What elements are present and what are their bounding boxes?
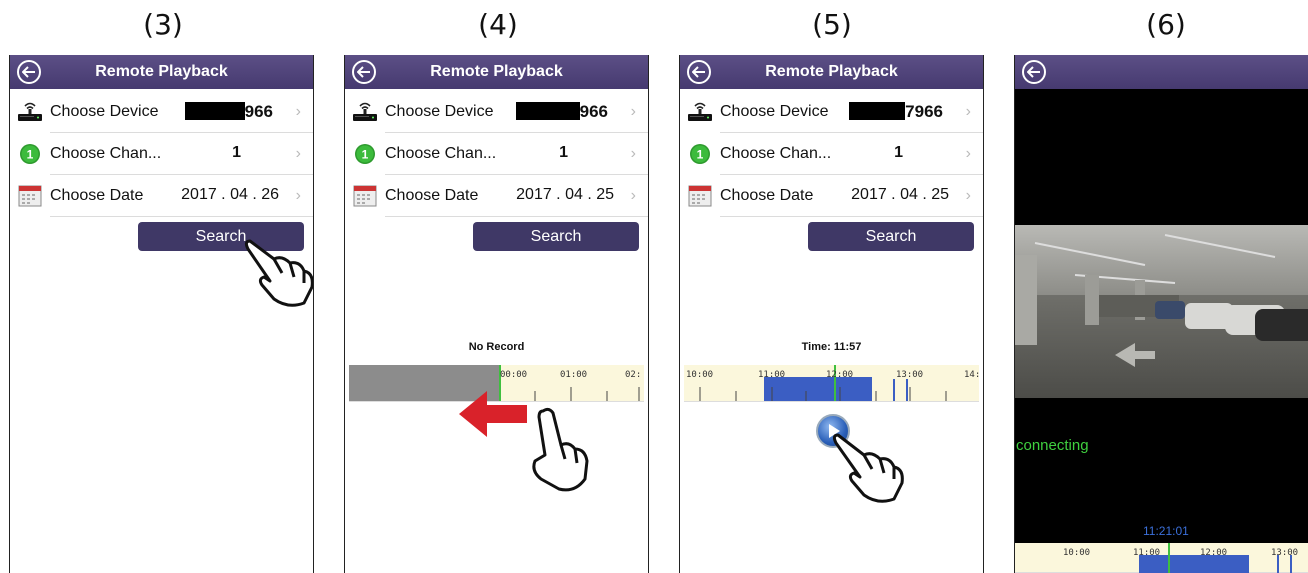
channel-label: Choose Chan... [50,145,162,162]
svg-text:1: 1 [27,148,34,162]
channel-badge-icon: 1 [355,144,375,164]
tick-label: 13:00 [1271,548,1299,558]
date-label: Choose Date [50,187,144,204]
back-icon[interactable] [352,60,376,84]
tick-marks [699,387,947,401]
router-icon [353,102,377,121]
chevron-right-icon: › [295,103,301,120]
channel-value: 1 [894,144,903,161]
device-row[interactable]: Choose Device 966 › [10,91,313,133]
device-value: 7966 [849,102,943,122]
chevron-right-icon: › [295,145,301,162]
date-row[interactable]: Choose Date 2017 . 04 . 26 › [10,175,313,217]
step-label-4: (4) [478,8,518,41]
date-value: 2017 . 04 . 25 [516,186,614,203]
channel-row[interactable]: 1 Choose Chan... 1 › [345,133,648,175]
status-text: connecting [1016,437,1089,454]
chevron-right-icon: › [965,187,971,204]
back-icon[interactable] [1022,60,1046,84]
search-button[interactable]: Search [473,222,639,251]
swipe-left-arrow-icon [459,391,527,437]
redaction-mark [184,102,245,120]
router-icon [688,102,712,121]
pointing-hand-icon [832,433,904,503]
pointing-hand-icon [244,239,313,307]
calendar-icon [688,185,712,207]
playback-timestamp: 11:21:01 [1143,524,1189,538]
date-row[interactable]: Choose Date 2017 . 04 . 25 › [345,175,648,217]
timeline-caption: No Record [468,341,525,353]
screen-step-5: Remote Playback Choose Device 7966 › 1 C… [679,55,984,573]
redaction-mark [515,102,580,120]
page-title: Remote Playback [765,63,898,80]
pointing-hand-icon [532,407,589,492]
device-label: Choose Device [50,103,159,120]
svg-text:1: 1 [697,148,704,162]
tick-label: 10:00 [1063,548,1091,558]
timeline-cursor [1168,543,1170,573]
date-value: 2017 . 04 . 26 [181,186,279,203]
channel-value: 1 [559,144,568,161]
device-row[interactable]: Choose Device 7966 › [680,91,983,133]
channel-badge-icon: 1 [20,144,40,164]
search-button[interactable]: Search [808,222,974,251]
chevron-right-icon: › [965,145,971,162]
device-label: Choose Device [385,103,494,120]
redaction-mark [849,102,906,120]
date-value: 2017 . 04 . 25 [851,186,949,203]
screen-step-4: Remote Playback Choose Device 966 › 1 Ch… [344,55,649,573]
screen-step-6: connecting 11:21:01 10:00 11:00 12:00 13… [1014,55,1308,573]
video-frame [1015,225,1308,398]
channel-badge-icon: 1 [690,144,710,164]
device-row[interactable]: Choose Device 966 › [345,91,648,133]
page-title: Remote Playback [430,63,563,80]
step-label-3: (3) [143,8,183,41]
step-label-5: (5) [812,8,852,41]
navbar: Remote Playback [680,55,983,89]
timeline[interactable]: 10:00 11:00 12:00 13:00 14: [684,365,980,402]
chevron-right-icon: › [630,103,636,120]
back-icon[interactable] [17,60,41,84]
channel-value: 1 [232,144,241,161]
timeline-caption: Time: 11:57 [801,341,862,353]
device-value: 966 [515,102,608,122]
calendar-icon [18,185,42,207]
navbar [1015,55,1308,89]
svg-text:1: 1 [362,148,369,162]
step-label-6: (6) [1146,8,1186,41]
device-value: 966 [184,102,273,122]
chevron-right-icon: › [295,187,301,204]
navbar: Remote Playback [10,55,313,89]
device-label: Choose Device [720,103,829,120]
calendar-icon [353,185,377,207]
chevron-right-icon: › [630,145,636,162]
channel-label: Choose Chan... [720,145,832,162]
tick-label: 12:00 [1200,548,1228,558]
date-label: Choose Date [385,187,479,204]
timeline[interactable]: 10:00 11:00 12:00 13:00 [1015,543,1308,573]
tick-label: 11:00 [1133,548,1161,558]
date-row[interactable]: Choose Date 2017 . 04 . 25 › [680,175,983,217]
navbar: Remote Playback [345,55,648,89]
screen-step-3: Remote Playback Choose Device 966 › 1 Ch… [9,55,314,573]
channel-label: Choose Chan... [385,145,497,162]
page-title: Remote Playback [95,63,228,80]
date-label: Choose Date [720,187,814,204]
channel-row[interactable]: 1 Choose Chan... 1 › [10,133,313,175]
router-icon [18,102,42,121]
channel-row[interactable]: 1 Choose Chan... 1 › [680,133,983,175]
back-icon[interactable] [687,60,711,84]
chevron-right-icon: › [630,187,636,204]
chevron-right-icon: › [965,103,971,120]
